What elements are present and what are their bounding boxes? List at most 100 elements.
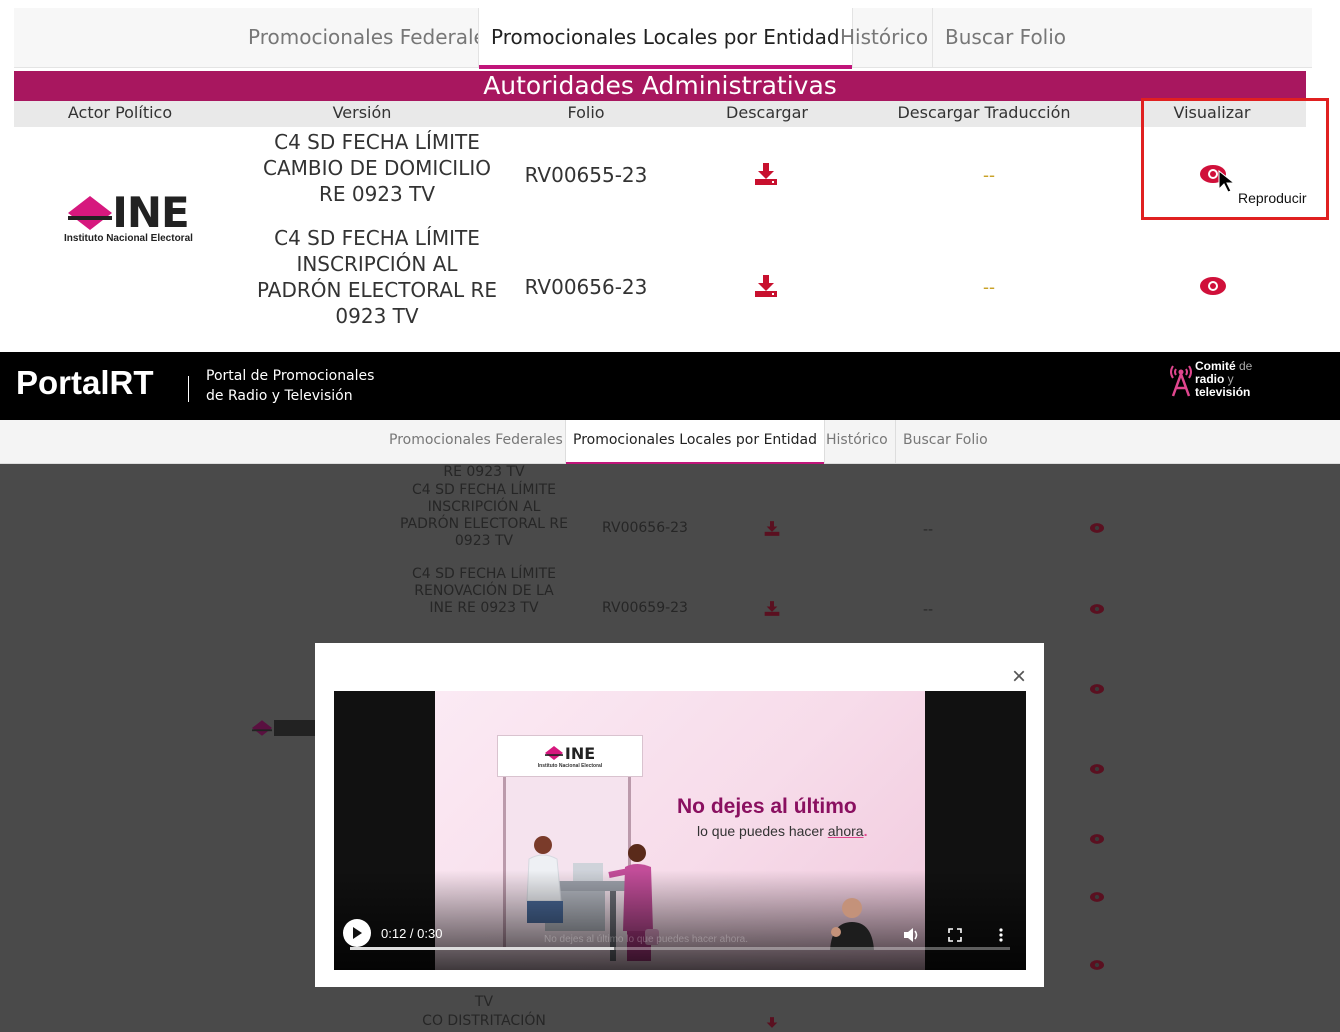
- version-line: C4 SD FECHA LÍMITE: [274, 130, 480, 154]
- more-options-icon[interactable]: [998, 928, 1004, 942]
- table-row: C4 SD FECHA LÍMITE RENOVACIÓN DE LA INE …: [394, 566, 574, 617]
- translation-value: --: [983, 165, 995, 185]
- tab-buscar-folio[interactable]: Buscar Folio: [895, 420, 995, 464]
- fullscreen-icon[interactable]: [948, 928, 962, 942]
- controls-overlay: [334, 870, 1026, 970]
- close-icon[interactable]: ×: [1012, 665, 1026, 689]
- col-actor-politico: Actor Político: [67, 103, 173, 122]
- folio-value: RV00655-23: [524, 163, 648, 187]
- eye-icon[interactable]: [1090, 892, 1104, 902]
- version-line: C4 SD FECHA LÍMITE: [411, 566, 556, 582]
- folio-value: RV00656-23: [524, 275, 648, 299]
- ine-logo: [252, 720, 316, 736]
- eye-icon[interactable]: [1090, 960, 1104, 970]
- video-ine-logo: INE Instituto Nacional Electoral: [497, 735, 643, 777]
- table-row: C4 SD FECHA LÍMITE INSCRIPCIÓN AL PADRÓN…: [242, 225, 512, 329]
- tab-historico[interactable]: Histórico: [819, 420, 895, 464]
- table-header: Actor Político Versión Folio Descargar D…: [14, 101, 1306, 127]
- download-icon[interactable]: [764, 521, 780, 536]
- tagline-period: .: [863, 823, 868, 839]
- portal-subtitle-line: de Radio y Televisión: [206, 388, 353, 404]
- version-line: PADRÓN ELECTORAL RE: [257, 278, 497, 302]
- download-icon[interactable]: [754, 275, 778, 297]
- eye-icon[interactable]: [1090, 523, 1104, 533]
- col-folio: Folio: [567, 103, 605, 122]
- tab-bar: Promocionales Federales Promocionales Lo…: [14, 8, 1312, 69]
- folio-value: RV00656-23: [602, 520, 688, 536]
- download-icon[interactable]: [764, 1017, 780, 1032]
- folio-value: RV00659-23: [602, 600, 688, 616]
- video-progress-bar[interactable]: [350, 947, 1010, 950]
- video-logo-text: INE: [564, 743, 596, 763]
- eye-icon[interactable]: [1090, 684, 1104, 694]
- video-logo-subtitle: Instituto Nacional Electoral: [537, 762, 603, 769]
- eye-icon[interactable]: [1090, 604, 1104, 614]
- mouse-pointer-icon: [1218, 170, 1236, 193]
- ine-diamond-icon: [544, 746, 563, 760]
- version-fragment: RE 0923 TV: [443, 464, 525, 480]
- tab-promocionales-locales[interactable]: Promocionales Locales por Entidad: [565, 420, 826, 465]
- portal-subtitle: Portal de Promocionales de Radio y Telev…: [206, 366, 374, 406]
- eye-icon[interactable]: [1090, 764, 1104, 774]
- ine-diamond-icon: [68, 196, 113, 230]
- video-modal: × INE Instituto Nacional Electoral No de…: [315, 643, 1044, 987]
- tooltip-reproducir: Reproducir: [1238, 190, 1307, 206]
- tagline-emphasis: ahora: [827, 823, 864, 839]
- play-icon[interactable]: [343, 919, 371, 947]
- header-divider: [188, 376, 189, 402]
- ine-logo-subtitle: Instituto Nacional Electoral: [64, 233, 193, 244]
- tagline-text: lo que puedes hacer: [697, 823, 828, 839]
- col-descargar: Descargar: [726, 103, 808, 122]
- translation-value: --: [983, 277, 995, 297]
- table-body: INE Instituto Nacional Electoral C4 SD F…: [14, 127, 1306, 348]
- version-line: INSCRIPCIÓN AL: [296, 252, 458, 276]
- video-time: 0:12 / 0:30: [381, 926, 443, 941]
- version-line: INSCRIPCIÓN AL: [427, 499, 541, 515]
- section-title: Autoridades Administrativas: [14, 71, 1306, 101]
- video-player[interactable]: INE Instituto Nacional Electoral No deje…: [334, 691, 1026, 970]
- tab-promocionales-locales[interactable]: Promocionales Locales por Entidad: [478, 8, 853, 69]
- committee-text: Comité: [1195, 359, 1236, 373]
- tab-historico[interactable]: Histórico: [828, 8, 940, 68]
- video-progress-fill: [350, 947, 614, 950]
- tab-promocionales-federales[interactable]: Promocionales Federales: [382, 420, 570, 464]
- version-line: C4 SD FECHA LÍMITE: [411, 482, 556, 498]
- eye-icon[interactable]: [1200, 277, 1226, 295]
- table-row: C4 SD FECHA LÍMITE INSCRIPCIÓN AL PADRÓN…: [394, 482, 574, 550]
- portal-header: PortalRT Portal de Promocionales de Radi…: [0, 352, 1340, 420]
- download-icon[interactable]: [754, 163, 778, 185]
- col-version: Versión: [332, 103, 392, 122]
- sign-language-interpreter: [830, 898, 874, 950]
- version-line: RE 0923 TV: [318, 182, 436, 206]
- translation-value: --: [922, 602, 934, 618]
- ine-logo-text-dimmed: [274, 720, 316, 736]
- ine-diamond-icon: [252, 720, 272, 736]
- version-line: RENOVACIÓN DE LA: [414, 583, 554, 599]
- antenna-icon: [1170, 365, 1192, 397]
- tab-buscar-folio[interactable]: Buscar Folio: [932, 8, 1078, 68]
- volume-icon[interactable]: [904, 928, 920, 942]
- ine-logo-text: INE: [112, 188, 189, 237]
- committee-text: televisión: [1195, 385, 1251, 399]
- translation-value: --: [922, 522, 934, 538]
- version-fragment: TV: [474, 994, 494, 1010]
- portal-subtitle-line: Portal de Promocionales: [206, 368, 375, 384]
- col-descargar-traduccion: Descargar Traducción: [897, 103, 1071, 122]
- download-icon[interactable]: [764, 601, 780, 616]
- closed-caption: No dejes al último lo que puedes hacer a…: [544, 934, 749, 945]
- committee-logo-text: Comité de radio y televisión: [1195, 360, 1252, 399]
- tab-promocionales-federales[interactable]: Promocionales Federales: [236, 8, 508, 68]
- video-tagline: lo que puedes hacer ahora.: [697, 823, 867, 839]
- version-line: C4 SD FECHA LÍMITE: [274, 226, 480, 250]
- portal-logo[interactable]: PortalRT: [16, 364, 154, 402]
- version-line: 0923 TV: [454, 533, 514, 549]
- video-headline: No dejes al último: [677, 795, 857, 818]
- committee-text: y: [1224, 372, 1234, 386]
- portal-tab-bar: Promocionales Federales Promocionales Lo…: [0, 420, 1340, 465]
- ine-logo: INE Instituto Nacional Electoral: [64, 188, 193, 245]
- committee-text: radio: [1195, 372, 1225, 386]
- zoomed-screenshot-panel: Promocionales Federales Promocionales Lo…: [0, 0, 1340, 348]
- version-line: PADRÓN ELECTORAL RE: [400, 516, 568, 532]
- eye-icon[interactable]: [1090, 834, 1104, 844]
- version-line: 0923 TV: [335, 304, 419, 328]
